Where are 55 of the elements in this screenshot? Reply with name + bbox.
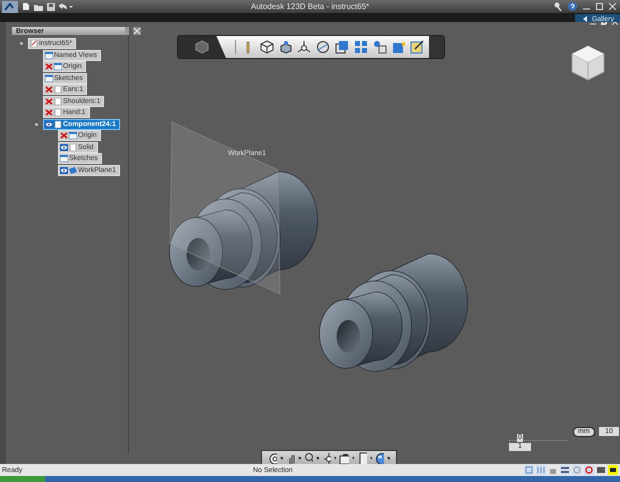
caret-icon[interactable] <box>316 457 319 461</box>
orbit-icon[interactable] <box>268 452 278 464</box>
progress-icon[interactable] <box>608 465 618 475</box>
folder-icon <box>60 155 68 162</box>
grid-icon[interactable] <box>354 40 368 54</box>
camera-icon[interactable] <box>339 452 349 464</box>
zoom-icon[interactable] <box>304 452 313 464</box>
eye-icon[interactable] <box>60 144 68 151</box>
sphere-icon[interactable] <box>316 40 330 54</box>
caret-icon[interactable] <box>370 457 372 461</box>
caret-icon[interactable] <box>298 457 301 461</box>
brush-icon[interactable] <box>410 40 424 54</box>
arrow-icon[interactable] <box>582 16 587 22</box>
cross-icon[interactable] <box>45 98 53 105</box>
film-icon[interactable] <box>596 465 606 475</box>
open-folder-icon[interactable] <box>34 2 43 10</box>
folder-icon <box>45 74 53 82</box>
cube-logo-icon <box>194 40 209 54</box>
folder-icon <box>45 52 53 59</box>
folder-icon <box>69 132 77 140</box>
snap-icon[interactable] <box>560 465 570 475</box>
squares-icon[interactable] <box>335 40 349 54</box>
plane-icon <box>69 166 77 174</box>
bushing-part-drawing[interactable] <box>169 171 318 290</box>
bushing-part-drawing[interactable] <box>319 253 468 372</box>
pin-icon[interactable] <box>124 27 130 35</box>
save-icon[interactable] <box>47 2 55 10</box>
caret-icon[interactable] <box>387 457 390 461</box>
cross-icon[interactable] <box>60 132 68 140</box>
caret-icon[interactable] <box>352 457 354 461</box>
toolbar-handle[interactable] <box>429 36 444 58</box>
ring-icon[interactable] <box>584 465 594 475</box>
caret-icon[interactable] <box>334 457 336 461</box>
maximize-icon[interactable] <box>596 3 603 10</box>
document-icon <box>30 40 38 48</box>
cross-icon[interactable] <box>45 63 53 70</box>
cube-icon[interactable] <box>278 40 292 54</box>
part-icon <box>69 144 77 151</box>
work-plane[interactable] <box>170 122 280 294</box>
axes-icon[interactable] <box>297 40 312 54</box>
folder-icon <box>54 63 62 70</box>
globe-icon[interactable] <box>375 452 384 464</box>
cube-icon[interactable] <box>260 40 274 54</box>
app-menu-icon[interactable] <box>2 0 18 12</box>
look-icon[interactable] <box>322 452 331 464</box>
new-file-icon[interactable] <box>22 2 30 11</box>
cross-icon[interactable] <box>45 109 53 116</box>
cross-icon[interactable] <box>45 86 53 94</box>
help-icon[interactable] <box>568 2 577 11</box>
eye-icon[interactable] <box>60 166 68 174</box>
caret-icon[interactable] <box>280 457 283 461</box>
window-title: Autodesk 123D Beta - instruct65* <box>250 2 370 11</box>
document-icon[interactable] <box>357 452 367 464</box>
eye-icon[interactable] <box>45 120 53 128</box>
undo-icon[interactable] <box>59 2 73 10</box>
